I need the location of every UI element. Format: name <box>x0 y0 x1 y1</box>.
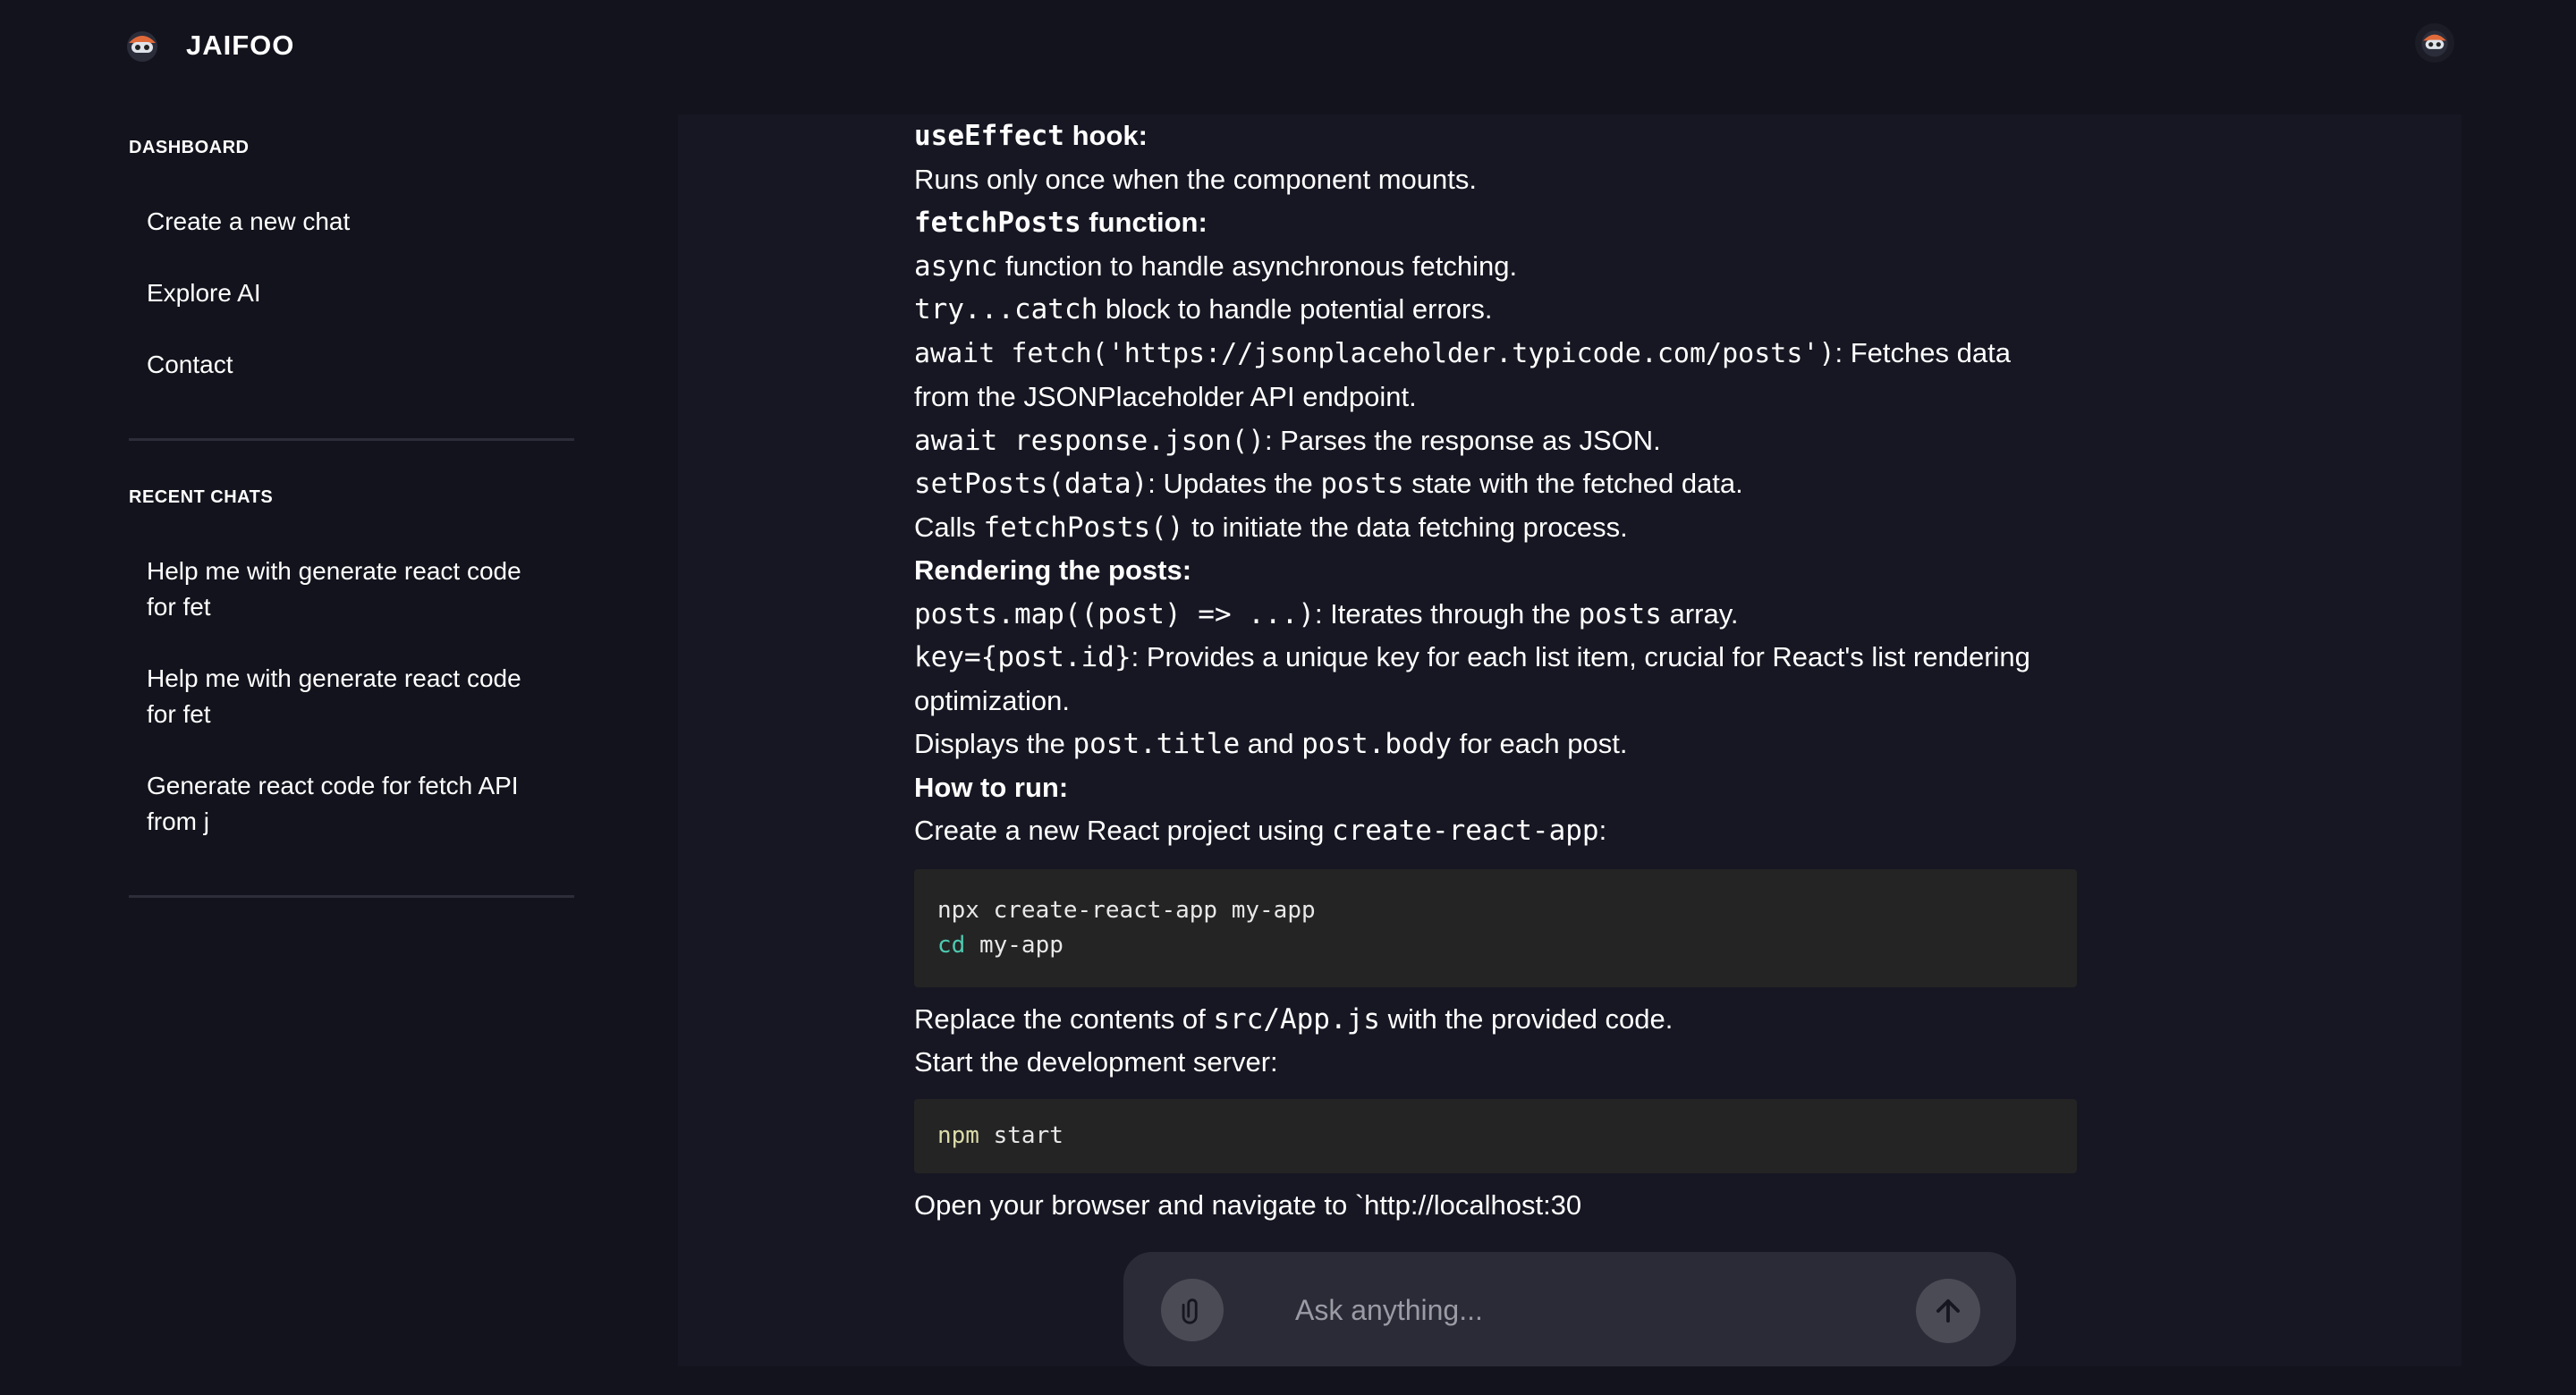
recent-chats-section-title: RECENT CHATS <box>129 487 274 507</box>
message-heading: Rendering the posts: <box>914 554 1192 586</box>
message-text: with the provided code. <box>1379 1002 1674 1035</box>
inline-code: setPosts(data) <box>914 468 1148 500</box>
message-text: state with the fetched data. <box>1403 468 1743 499</box>
message-text: : Parses the response as JSON. <box>1264 424 1661 456</box>
inline-code: src/App.js <box>1213 1002 1380 1036</box>
assistant-message: useEffect hook: Runs only once when the … <box>914 114 2131 1227</box>
user-avatar[interactable] <box>2415 23 2454 63</box>
nav-create-new-chat[interactable]: Create a new chat <box>129 204 574 240</box>
inline-code: key={post.id} <box>914 641 1131 673</box>
message-text: from the JSONPlaceholder API endpoint. <box>914 381 1417 412</box>
inline-code: create-react-app <box>1331 815 1599 847</box>
send-button[interactable] <box>1916 1279 1980 1343</box>
message-text: Start the development server: <box>914 1046 1278 1078</box>
message-text: Calls <box>914 511 984 543</box>
message-text: array. <box>1661 597 1739 630</box>
robot-logo-icon <box>127 31 157 62</box>
sidebar-divider <box>129 895 574 898</box>
message-text: Open your browser and navigate to `http:… <box>914 1188 1582 1221</box>
message-text: Displays the <box>914 728 1073 759</box>
inline-code: await response.json() <box>914 424 1265 457</box>
nav-contact[interactable]: Contact <box>129 347 574 383</box>
inline-code: try...catch <box>914 293 1098 326</box>
inline-code: await fetch('https://jsonplaceholder.typ… <box>914 337 1835 369</box>
code-line: my-app <box>965 931 1063 959</box>
message-text: block to handle potential errors. <box>1097 293 1493 325</box>
message-text: Replace the contents of <box>914 1002 1214 1035</box>
message-text: optimization. <box>914 684 1071 716</box>
message-text: and <box>1240 728 1302 759</box>
avatar-icon <box>2421 30 2448 57</box>
message-text: : Provides a unique key for each list it… <box>1131 641 2030 672</box>
ask-input[interactable] <box>1293 1282 1905 1338</box>
attach-button[interactable] <box>1161 1279 1224 1341</box>
recent-chat-item[interactable]: Help me with generate react code for fet <box>129 661 558 732</box>
inline-code: fetchPosts <box>914 207 1081 239</box>
brand-name: JAIFOO <box>186 30 295 61</box>
inline-code: posts <box>1578 597 1662 630</box>
paperclip-icon <box>1182 1298 1198 1324</box>
message-text: : Iterates through the <box>1314 597 1579 630</box>
message-text: Create a new React project using <box>914 815 1332 846</box>
code-block: npx create-react-app my-app cd my-app <box>914 868 2077 987</box>
inline-code: post.body <box>1301 728 1453 760</box>
code-keyword: cd <box>937 931 966 959</box>
code-block: npm start <box>914 1098 2077 1173</box>
message-text: : Updates the <box>1148 468 1321 499</box>
message-text: : Fetches data <box>1835 336 2011 368</box>
inline-code: post.title <box>1072 728 1241 760</box>
message-text: hook: <box>1063 120 1148 151</box>
arrow-up-icon <box>1936 1299 1960 1323</box>
chat-input-bar <box>1123 1252 2016 1366</box>
message-heading: How to run: <box>914 771 1069 803</box>
message-text: function: <box>1080 207 1208 238</box>
code-keyword: npm <box>937 1121 979 1149</box>
inline-code: useEffect <box>914 120 1064 152</box>
inline-code: fetchPosts() <box>983 511 1184 544</box>
message-text: : <box>1598 815 1607 846</box>
message-text: Runs only once when the component mounts… <box>914 163 1477 195</box>
message-text: to initiate the data fetching process. <box>1183 511 1628 543</box>
nav-explore-ai[interactable]: Explore AI <box>129 275 574 311</box>
message-text: function to handle asynchronous fetching… <box>997 249 1518 282</box>
code-line: npx create-react-app my-app <box>937 896 1316 924</box>
inline-code: posts <box>1320 468 1404 500</box>
inline-code: async <box>914 249 998 283</box>
recent-chat-item[interactable]: Help me with generate react code for fet <box>129 554 558 625</box>
code-line: start <box>979 1121 1063 1149</box>
sidebar: DASHBOARD Create a new chat Explore AI C… <box>129 134 574 898</box>
recent-chat-item[interactable]: Generate react code for fetch API from j <box>129 768 558 840</box>
inline-code: posts.map((post) => ...) <box>914 597 1315 630</box>
dashboard-section-title: DASHBOARD <box>129 138 250 157</box>
message-text: for each post. <box>1452 728 1628 759</box>
app-logo[interactable]: JAIFOO <box>123 27 294 64</box>
